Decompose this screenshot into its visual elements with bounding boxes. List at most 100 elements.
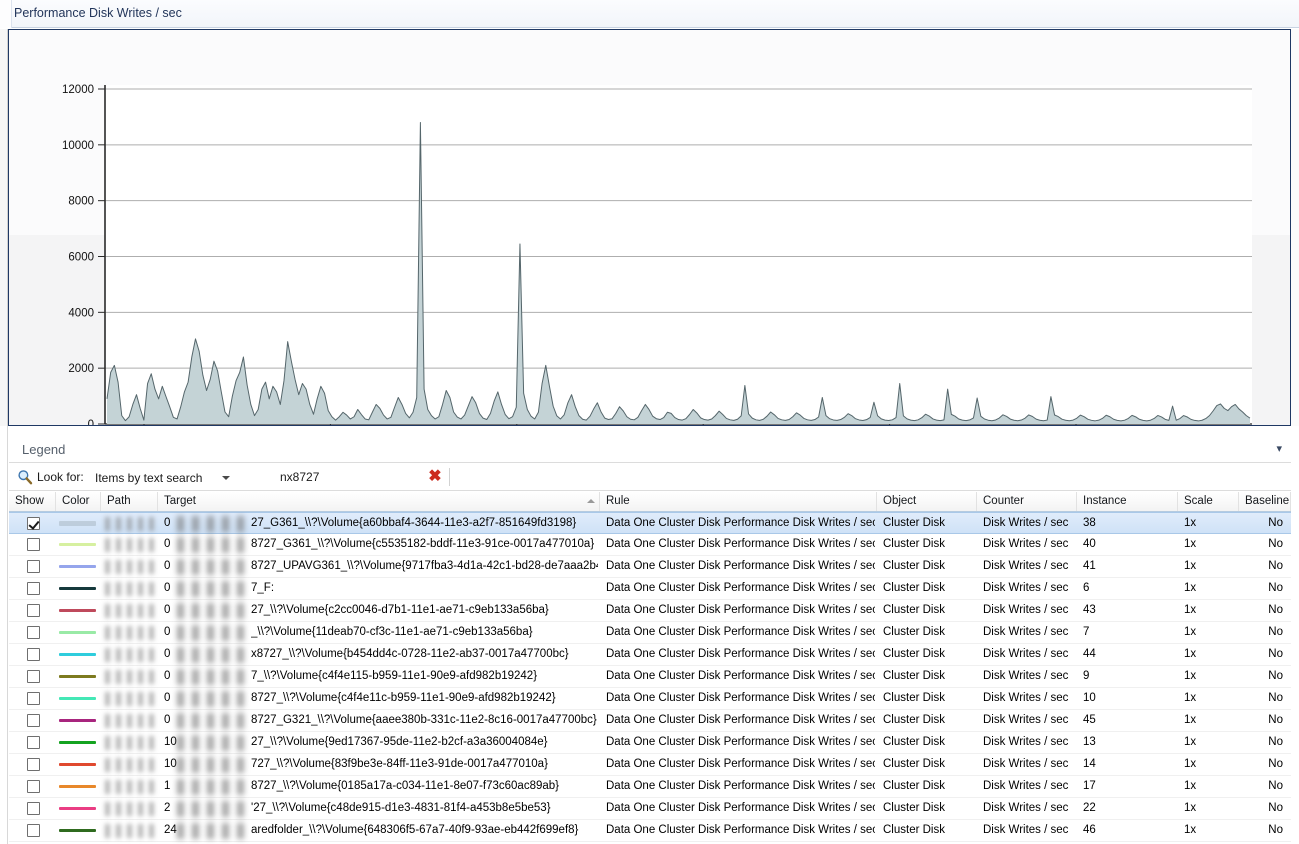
cell-object: Cluster Disk <box>883 798 975 819</box>
cell-rule: Data One Cluster Disk Performance Disk W… <box>606 732 875 753</box>
column-header-instance[interactable]: Instance <box>1077 492 1178 511</box>
cell-counter: Disk Writes / sec <box>983 688 1075 709</box>
table-row[interactable]: 0_\\?\Volume{11deab70-cf3c-11e1-ae71-c9e… <box>9 622 1291 644</box>
performance-chart-panel[interactable]: 02000400060008000100001200022.03.2017 04… <box>8 29 1291 426</box>
target-redacted <box>177 713 249 729</box>
series-color-swatch[interactable] <box>59 697 96 700</box>
table-row[interactable]: 08727_G321_\\?\Volume{aaee380b-331c-11e2… <box>9 710 1291 732</box>
table-row[interactable]: 1027_\\?\Volume{9ed17367-95de-11e2-b2cf-… <box>9 732 1291 754</box>
table-row[interactable]: 08727_UPAVG361_\\?\Volume{9717fba3-4d1a-… <box>9 556 1291 578</box>
table-row[interactable]: 2'27_\\?\Volume{c48de915-d1e3-4831-81f4-… <box>9 798 1291 820</box>
target-value: aredfolder_\\?\Volume{648306f5-67a7-40f9… <box>251 820 598 841</box>
clear-search-icon[interactable]: ✖ <box>425 467 445 487</box>
column-header-counter[interactable]: Counter <box>977 492 1077 511</box>
cell-baseline: No <box>1239 644 1283 665</box>
series-color-swatch[interactable] <box>59 587 96 590</box>
show-checkbox[interactable] <box>27 802 40 815</box>
path-redacted <box>105 604 156 618</box>
target-redacted <box>177 516 249 532</box>
table-row[interactable]: 10727_\\?\Volume{83f9be3e-84ff-11e3-91de… <box>9 754 1291 776</box>
cell-scale: 1x <box>1184 732 1237 753</box>
cell-instance: 10 <box>1083 688 1176 709</box>
show-checkbox[interactable] <box>27 538 40 551</box>
cell-object: Cluster Disk <box>883 622 975 643</box>
legend-header[interactable]: Legend ▾ <box>9 437 1291 463</box>
table-row[interactable]: 0x8727_\\?\Volume{b454dd4c-0728-11e2-ab3… <box>9 644 1291 666</box>
table-row[interactable]: 027_\\?\Volume{c2cc0046-d7b1-11e1-ae71-c… <box>9 600 1291 622</box>
column-header-scale[interactable]: Scale <box>1178 492 1239 511</box>
show-checkbox[interactable] <box>27 560 40 573</box>
target-value: 8727_\\?\Volume{0185a17a-c034-11e1-8e07-… <box>251 776 598 797</box>
legend-title: Legend <box>22 442 65 457</box>
chevron-down-icon[interactable]: ▾ <box>1276 444 1282 455</box>
table-row[interactable]: 07_\\?\Volume{c4f4e115-b959-11e1-90e9-af… <box>9 666 1291 688</box>
table-row[interactable]: 08727_G361_\\?\Volume{c5535182-bddf-11e3… <box>9 534 1291 556</box>
cell-rule: Data One Cluster Disk Performance Disk W… <box>606 534 875 555</box>
table-row[interactable]: 24aredfolder_\\?\Volume{648306f5-67a7-40… <box>9 820 1291 842</box>
series-color-swatch[interactable] <box>59 631 96 634</box>
search-mode-dropdown[interactable]: Items by text search <box>92 467 240 487</box>
target-redacted <box>177 581 249 597</box>
cell-counter: Disk Writes / sec <box>983 820 1075 841</box>
target-redacted <box>177 801 249 817</box>
table-row[interactable]: 18727_\\?\Volume{0185a17a-c034-11e1-8e07… <box>9 776 1291 798</box>
series-color-swatch[interactable] <box>59 675 96 678</box>
show-checkbox[interactable] <box>27 604 40 617</box>
show-checkbox[interactable] <box>27 714 40 727</box>
column-header-object[interactable]: Object <box>877 492 977 511</box>
series-color-swatch[interactable] <box>59 829 96 832</box>
path-redacted <box>105 626 156 640</box>
target-value: 7_F: <box>251 578 598 599</box>
chevron-down-icon[interactable] <box>222 476 230 480</box>
performance-chart[interactable]: 02000400060008000100001200022.03.2017 04… <box>9 30 1290 425</box>
series-color-swatch[interactable] <box>59 785 96 788</box>
show-checkbox[interactable] <box>27 517 40 530</box>
cell-object: Cluster Disk <box>883 578 975 599</box>
cell-counter: Disk Writes / sec <box>983 732 1075 753</box>
show-checkbox[interactable] <box>27 758 40 771</box>
table-row[interactable]: 027_G361_\\?\Volume{a60bbaf4-3644-11e3-a… <box>9 512 1291 534</box>
show-checkbox[interactable] <box>27 736 40 749</box>
series-color-swatch[interactable] <box>59 763 96 766</box>
show-checkbox[interactable] <box>27 582 40 595</box>
column-header-label: Counter <box>983 495 1024 507</box>
target-redacted <box>177 669 249 685</box>
cell-object: Cluster Disk <box>883 600 975 621</box>
series-color-swatch[interactable] <box>59 807 96 810</box>
column-header-target[interactable]: Target <box>158 492 600 511</box>
show-checkbox[interactable] <box>27 648 40 661</box>
column-header-rule[interactable]: Rule <box>600 492 877 511</box>
cell-instance: 43 <box>1083 600 1176 621</box>
search-input[interactable] <box>247 467 422 487</box>
series-color-swatch[interactable] <box>59 543 96 546</box>
table-row[interactable]: 08727_\\?\Volume{c4f4e11c-b959-11e1-90e9… <box>9 688 1291 710</box>
cell-counter: Disk Writes / sec <box>983 578 1075 599</box>
show-checkbox[interactable] <box>27 824 40 837</box>
series-color-swatch[interactable] <box>59 719 96 722</box>
show-checkbox[interactable] <box>27 670 40 683</box>
cell-rule: Data One Cluster Disk Performance Disk W… <box>606 798 875 819</box>
column-header-label: Object <box>883 495 916 507</box>
series-color-swatch[interactable] <box>59 741 96 744</box>
cell-baseline: No <box>1239 710 1283 731</box>
legend-grid-body[interactable]: 027_G361_\\?\Volume{a60bbaf4-3644-11e3-a… <box>9 512 1291 844</box>
show-checkbox[interactable] <box>27 626 40 639</box>
chart-right-gutter <box>1291 29 1299 426</box>
cell-object: Cluster Disk <box>883 754 975 775</box>
target-redacted <box>177 691 249 707</box>
table-row[interactable]: 07_F:Data One Cluster Disk Performance D… <box>9 578 1291 600</box>
path-redacted <box>105 736 156 750</box>
cell-rule: Data One Cluster Disk Performance Disk W… <box>606 556 875 577</box>
series-color-swatch[interactable] <box>59 521 96 526</box>
series-color-swatch[interactable] <box>59 609 96 612</box>
show-checkbox[interactable] <box>27 780 40 793</box>
column-header-path[interactable]: Path <box>101 492 158 511</box>
column-header-label: Rule <box>606 495 630 507</box>
column-header-baseline[interactable]: Baseline <box>1239 492 1291 511</box>
series-color-swatch[interactable] <box>59 653 96 656</box>
series-color-swatch[interactable] <box>59 565 96 568</box>
column-header-show[interactable]: Show <box>9 492 56 511</box>
path-redacted <box>105 758 156 772</box>
column-header-color[interactable]: Color <box>56 492 101 511</box>
show-checkbox[interactable] <box>27 692 40 705</box>
